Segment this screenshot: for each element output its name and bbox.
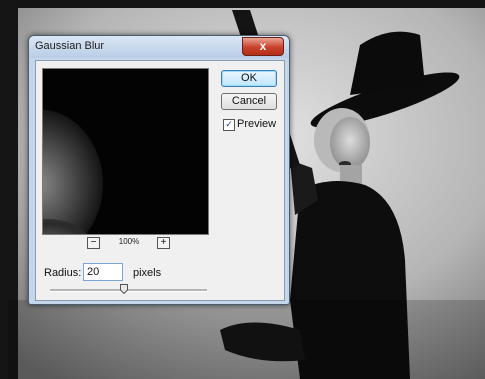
title-bar[interactable]: Gaussian Blur x xyxy=(29,36,289,58)
close-button[interactable]: x xyxy=(242,37,284,56)
zoom-in-button[interactable]: + xyxy=(157,237,170,249)
preview-checkbox[interactable]: ✓ xyxy=(223,119,235,131)
preview-label[interactable]: Preview xyxy=(237,118,276,130)
gaussian-blur-dialog: Gaussian Blur x − 100% + OK Cancel ✓ Pre… xyxy=(28,35,290,305)
checkmark-icon: ✓ xyxy=(225,119,233,129)
cancel-button[interactable]: Cancel xyxy=(221,93,277,110)
zoom-level: 100% xyxy=(118,237,140,246)
blur-preview-pane[interactable] xyxy=(42,68,209,235)
radius-label: Radius: xyxy=(44,267,82,279)
dialog-content: − 100% + OK Cancel ✓ Preview Radius: pix… xyxy=(35,60,285,301)
radius-slider-track[interactable] xyxy=(50,289,207,292)
dialog-title: Gaussian Blur xyxy=(35,40,105,52)
zoom-out-icon: − xyxy=(90,237,97,248)
preview-blur-glow xyxy=(43,109,103,234)
ok-button[interactable]: OK xyxy=(221,70,277,87)
slider-thumb-icon[interactable] xyxy=(119,284,128,294)
zoom-out-button[interactable]: − xyxy=(87,237,100,249)
close-icon: x xyxy=(259,39,267,53)
zoom-in-icon: + xyxy=(160,237,167,248)
radius-input[interactable] xyxy=(83,263,123,281)
radius-unit-label: pixels xyxy=(133,267,162,279)
